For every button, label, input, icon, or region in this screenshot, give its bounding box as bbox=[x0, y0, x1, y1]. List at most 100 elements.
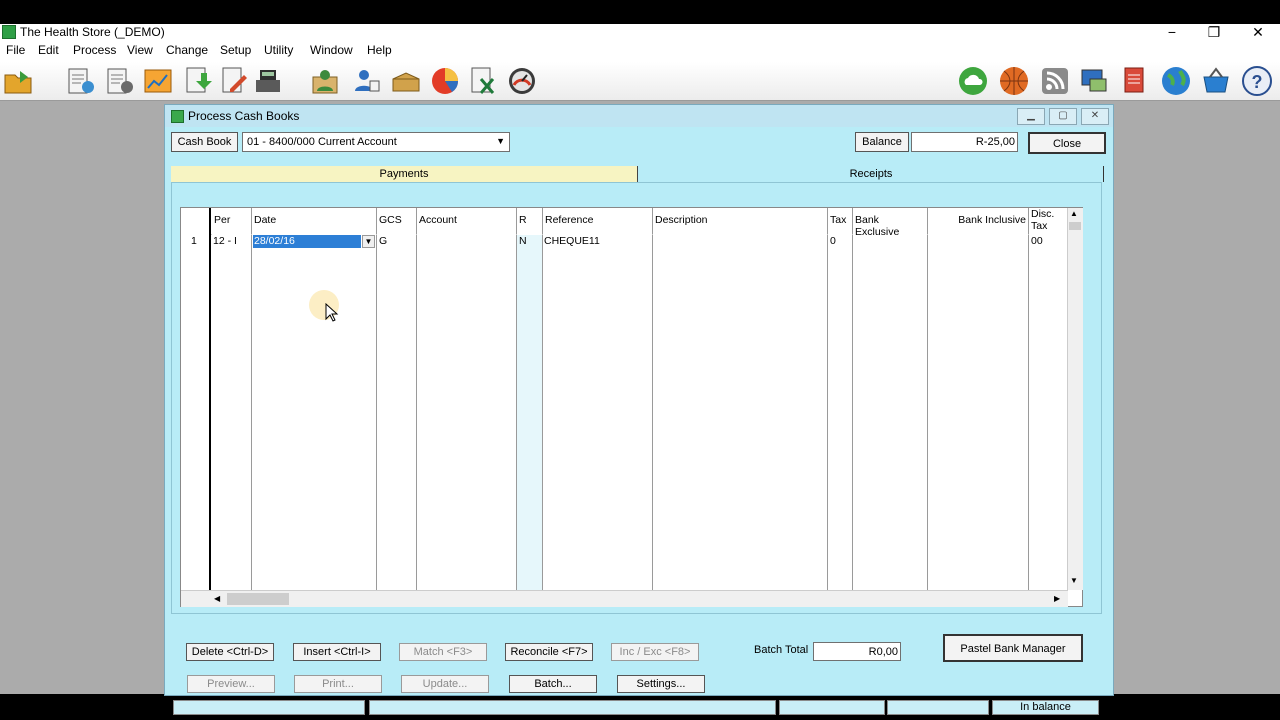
network-computer-icon[interactable] bbox=[1078, 65, 1110, 97]
header-reference[interactable]: Reference bbox=[543, 208, 652, 235]
pastel-bank-manager-button[interactable]: Pastel Bank Manager bbox=[943, 634, 1083, 662]
balance-button[interactable]: Balance bbox=[855, 132, 909, 152]
dashboard-gauge-icon[interactable] bbox=[506, 65, 538, 97]
cell-bank-inclusive[interactable] bbox=[929, 235, 1027, 248]
menu-change[interactable]: Change bbox=[166, 43, 208, 57]
column-divider bbox=[652, 208, 653, 590]
column-divider bbox=[542, 208, 543, 590]
cell-description[interactable] bbox=[654, 235, 826, 248]
horizontal-scrollbar[interactable]: ◀ ▶ bbox=[181, 590, 1068, 607]
cloud-sync-icon[interactable] bbox=[957, 65, 989, 97]
cash-book-select[interactable]: 01 - 8400/000 Current Account ▼ bbox=[242, 132, 510, 152]
basketball-icon[interactable] bbox=[998, 65, 1030, 97]
child-close-button[interactable]: ✕ bbox=[1081, 108, 1109, 125]
cash-book-button[interactable]: Cash Book bbox=[171, 132, 238, 152]
tab-payments[interactable]: Payments bbox=[171, 166, 637, 182]
status-panel-3 bbox=[779, 700, 885, 715]
header-r[interactable]: R bbox=[517, 208, 542, 235]
match-button[interactable]: Match <F3> bbox=[399, 643, 487, 661]
batch-total-label: Batch Total bbox=[754, 644, 809, 656]
inc-exc-button[interactable]: Inc / Exc <F8> bbox=[611, 643, 699, 661]
vertical-scrollbar[interactable]: ▲ ▼ bbox=[1067, 208, 1083, 590]
header-gcs[interactable]: GCS bbox=[377, 208, 416, 235]
import-export-icon[interactable] bbox=[182, 65, 214, 97]
header-disc-tax[interactable]: Disc. Tax bbox=[1029, 208, 1067, 235]
menu-file[interactable]: File bbox=[6, 43, 25, 57]
batch-button[interactable]: Batch... bbox=[509, 675, 597, 693]
cell-bank-exclusive[interactable] bbox=[854, 235, 926, 248]
header-bank-exclusive[interactable]: Bank Exclusive bbox=[853, 208, 927, 238]
print-button[interactable]: Print... bbox=[294, 675, 382, 693]
header-disc-tax-line2: Tax bbox=[1031, 220, 1048, 232]
supplier-user-icon[interactable] bbox=[350, 65, 382, 97]
cell-account[interactable] bbox=[418, 235, 515, 248]
menu-utility[interactable]: Utility bbox=[264, 43, 293, 57]
header-tax[interactable]: Tax bbox=[828, 208, 852, 235]
menu-view[interactable]: View bbox=[127, 43, 153, 57]
minimize-button[interactable]: − bbox=[1152, 24, 1192, 42]
status-panel-1 bbox=[173, 700, 365, 715]
update-button[interactable]: Update... bbox=[401, 675, 489, 693]
rss-feed-icon[interactable] bbox=[1039, 65, 1071, 97]
header-description[interactable]: Description bbox=[653, 208, 827, 235]
date-dropdown-icon[interactable]: ▼ bbox=[362, 235, 375, 248]
menu-setup[interactable]: Setup bbox=[220, 43, 251, 57]
header-per[interactable]: Per bbox=[212, 208, 251, 235]
status-panel-2 bbox=[369, 700, 776, 715]
scroll-up-icon[interactable]: ▲ bbox=[1070, 209, 1078, 218]
cell-reference[interactable]: CHEQUE11 bbox=[544, 235, 651, 248]
close-button[interactable]: Close bbox=[1028, 132, 1106, 154]
preview-button[interactable]: Preview... bbox=[187, 675, 275, 693]
web-globe-icon[interactable] bbox=[1160, 65, 1192, 97]
column-divider bbox=[251, 208, 252, 590]
supplier-document-icon[interactable] bbox=[103, 65, 135, 97]
header-disc-tax-line1: Disc. bbox=[1031, 208, 1055, 220]
chart-report-icon[interactable] bbox=[142, 65, 174, 97]
cell-tax[interactable]: 0 bbox=[830, 235, 852, 248]
reconcile-button[interactable]: Reconcile <F7> bbox=[505, 643, 593, 661]
child-maximize-button[interactable]: ▢ bbox=[1049, 108, 1077, 125]
menu-help[interactable]: Help bbox=[367, 43, 392, 57]
chevron-down-icon[interactable]: ▼ bbox=[496, 136, 505, 146]
row-number: 1 bbox=[191, 235, 197, 247]
cell-disc-tax[interactable]: 00 bbox=[1031, 235, 1066, 248]
pie-chart-icon[interactable] bbox=[429, 65, 461, 97]
child-minimize-button[interactable]: ▁ bbox=[1017, 108, 1045, 125]
excel-icon[interactable] bbox=[467, 65, 499, 97]
tab-receipts[interactable]: Receipts bbox=[637, 166, 1104, 182]
edit-document-icon[interactable] bbox=[218, 65, 250, 97]
vertical-scroll-thumb[interactable] bbox=[1069, 222, 1081, 230]
header-date[interactable]: Date bbox=[252, 208, 376, 235]
help-icon[interactable]: ? bbox=[1241, 65, 1273, 97]
settings-button[interactable]: Settings... bbox=[617, 675, 705, 693]
cash-book-value: 01 - 8400/000 Current Account bbox=[247, 136, 397, 148]
scroll-right-icon[interactable]: ▶ bbox=[1054, 594, 1060, 603]
close-window-button[interactable]: ✕ bbox=[1238, 24, 1278, 42]
delete-button[interactable]: Delete <Ctrl-D> bbox=[186, 643, 274, 661]
column-divider bbox=[927, 208, 928, 590]
cell-per[interactable]: 12 - I bbox=[213, 235, 251, 248]
header-account[interactable]: Account bbox=[417, 208, 516, 235]
header-bank-inclusive[interactable]: Bank Inclusive bbox=[928, 208, 1028, 235]
menu-window[interactable]: Window bbox=[310, 43, 353, 57]
basket-icon[interactable] bbox=[1200, 65, 1232, 97]
cell-date-input[interactable]: 28/02/16 bbox=[253, 235, 361, 248]
restore-button[interactable]: ❐ bbox=[1194, 24, 1234, 42]
report-writer-icon[interactable] bbox=[1120, 65, 1152, 97]
inventory-box-icon[interactable] bbox=[390, 65, 422, 97]
scroll-down-icon[interactable]: ▼ bbox=[1070, 576, 1078, 585]
app-icon bbox=[2, 25, 16, 39]
customer-user-icon[interactable] bbox=[309, 65, 341, 97]
cash-register-icon[interactable] bbox=[252, 65, 284, 97]
insert-button[interactable]: Insert <Ctrl-I> bbox=[293, 643, 381, 661]
menu-edit[interactable]: Edit bbox=[38, 43, 59, 57]
transactions-grid[interactable]: Per Date GCS Account R Reference Descrip… bbox=[180, 207, 1083, 607]
menu-process[interactable]: Process bbox=[73, 43, 116, 57]
horizontal-scroll-thumb[interactable] bbox=[227, 593, 289, 605]
column-divider bbox=[827, 208, 828, 590]
cell-gcs[interactable]: G bbox=[379, 235, 415, 248]
cell-r[interactable]: N bbox=[519, 235, 541, 248]
customer-document-icon[interactable] bbox=[64, 65, 96, 97]
open-company-icon[interactable] bbox=[2, 65, 34, 97]
scroll-left-icon[interactable]: ◀ bbox=[214, 594, 220, 603]
